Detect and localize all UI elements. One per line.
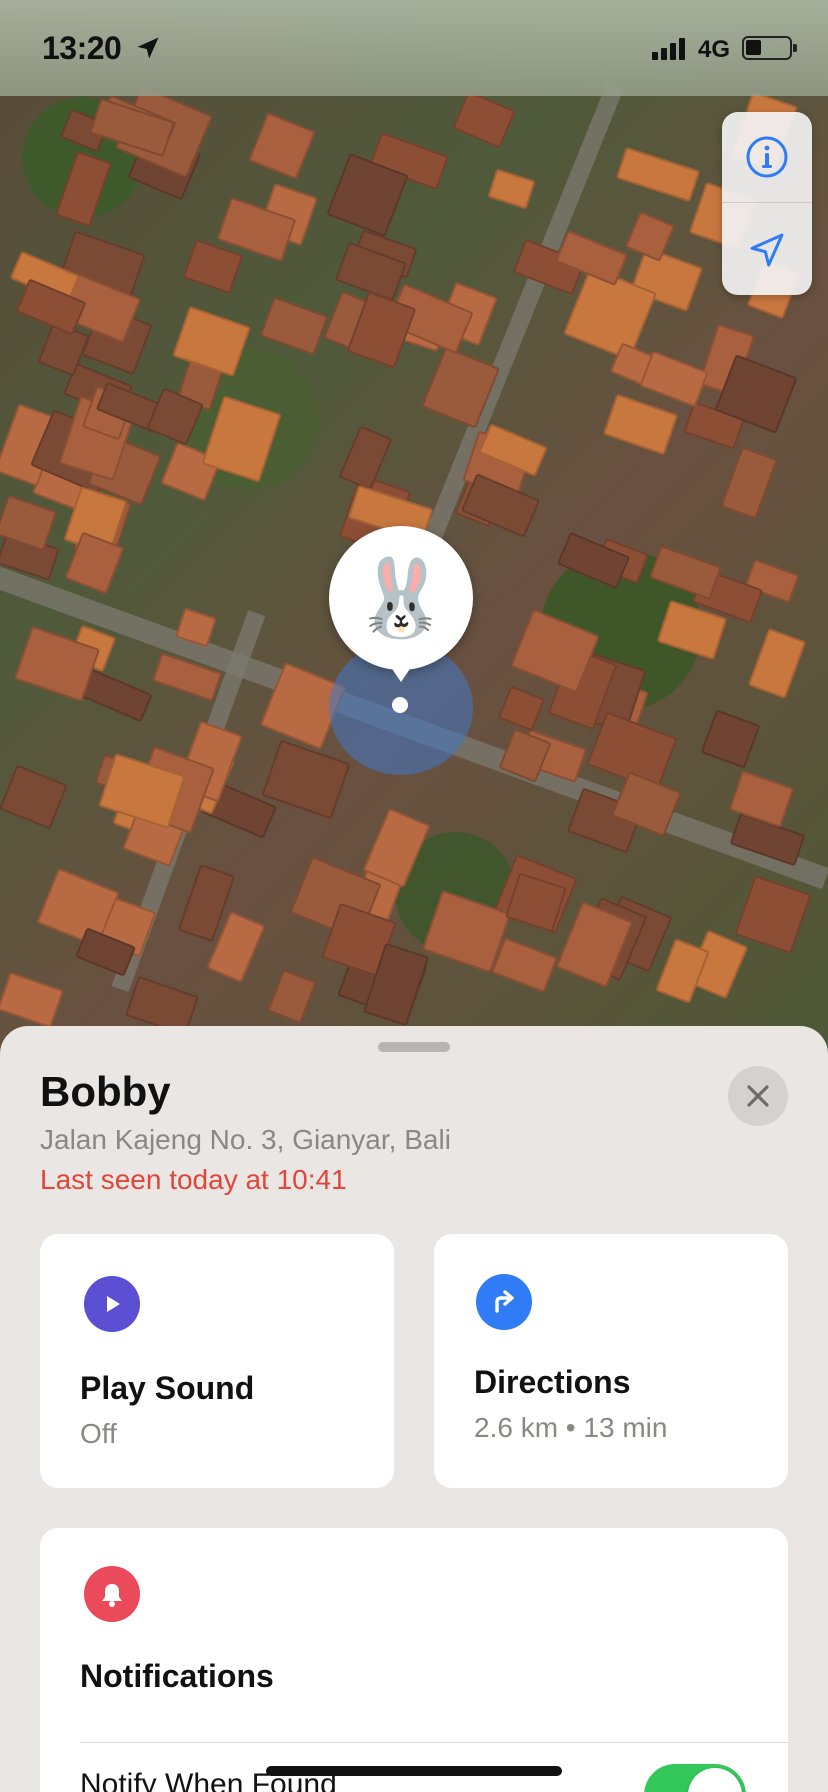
play-sound-card[interactable]: Play Sound Off [40,1234,394,1488]
turn-right-arrow-icon [476,1274,532,1330]
map-rooftop [460,473,541,538]
status-time: 13:20 [42,30,122,66]
map-rooftop [487,168,536,210]
location-dot [392,697,408,713]
map-controls [722,112,812,295]
close-icon [747,1085,769,1107]
map-rooftop [259,296,329,356]
home-indicator[interactable] [266,1766,562,1776]
info-icon [746,136,788,178]
play-sound-title: Play Sound [80,1370,255,1406]
cellular-signal-icon [652,38,685,60]
map-rooftop [700,709,761,769]
map-rooftop [639,350,709,408]
map-rooftop [602,393,679,456]
sheet-grabber[interactable] [378,1042,450,1052]
pin-pointer [386,660,416,682]
play-sound-status: Off [80,1418,117,1449]
map-rooftop [655,938,710,1004]
locate-button[interactable] [722,204,812,295]
airtag-pin[interactable]: 🐰 [329,526,473,670]
directions-distance-time: 2.6 km • 13 min [474,1412,668,1443]
map-rooftop [720,446,778,520]
map-rooftop [648,544,723,601]
map-rooftop [338,425,393,491]
bell-icon [84,1566,140,1622]
toggle-knob [688,1768,742,1792]
map-rooftop [556,531,631,590]
divider [80,1742,788,1743]
location-arrow-icon [750,233,784,266]
map-rooftop [172,305,251,378]
item-name: Bobby [40,1068,171,1115]
last-seen-text: Last seen today at 10:41 [40,1164,347,1195]
map-rooftop [747,627,807,700]
map-rooftop [267,969,317,1024]
item-detail-sheet: Bobby Jalan Kajeng No. 3, Gianyar, Bali … [0,1026,828,1792]
map-rooftop [615,146,701,203]
item-address: Jalan Kajeng No. 3, Gianyar, Bali [40,1124,451,1155]
satellite-map[interactable] [0,0,828,1050]
map-rooftop [182,238,244,295]
play-icon [84,1276,140,1332]
notifications-card: Notifications Notify When Found [40,1528,788,1792]
map-rooftop [248,112,316,180]
directions-title: Directions [474,1364,631,1400]
location-arrow-icon [137,37,159,59]
map-rooftop [0,971,64,1029]
map-rooftop [54,150,113,228]
notifications-title: Notifications [80,1658,274,1694]
info-button[interactable] [722,112,812,203]
map-rooftop [734,874,812,955]
map-rooftop [452,90,516,149]
close-button[interactable] [728,1066,788,1126]
map-rooftop [0,764,68,830]
notify-when-found-toggle[interactable] [644,1764,746,1792]
status-bar: 13:20 4G [0,0,828,96]
map-rooftop [491,937,558,993]
rabbit-icon: 🐰 [353,553,449,642]
directions-card[interactable]: Directions 2.6 km • 13 min [434,1234,788,1488]
network-type: 4G [698,36,731,63]
map-rooftop [497,685,546,732]
battery-icon [742,36,797,60]
